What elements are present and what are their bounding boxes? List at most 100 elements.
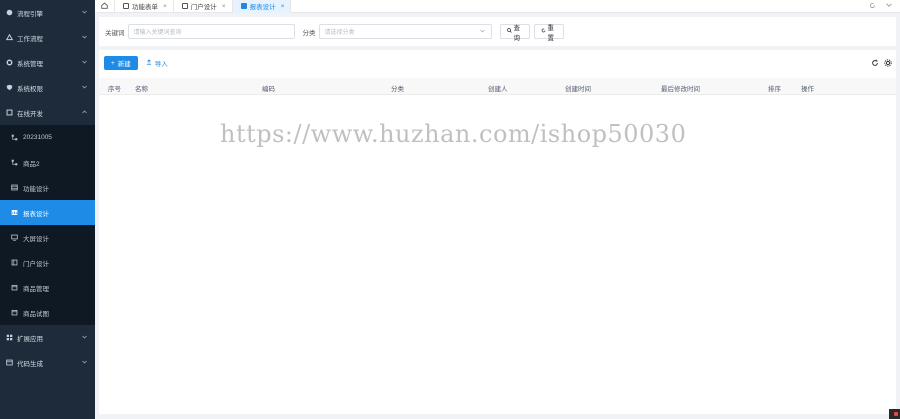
sidebar-item-code-gen[interactable]: 代码生成 [0, 350, 95, 375]
query-button[interactable]: 查 询 [499, 24, 530, 42]
sidebar-item-label: 扩展应用 [17, 335, 43, 343]
sidebar-item-label: 商品2 [23, 160, 40, 168]
import-button[interactable]: 导入 [146, 58, 168, 68]
table-tools [871, 59, 892, 69]
shield-icon [5, 84, 13, 92]
sidebar-item-label: 20231005 [23, 134, 52, 141]
box-icon [10, 309, 18, 317]
watermark: https://www.huzhan.com/ishop50030 [220, 120, 687, 148]
reset-label: 重 置 [547, 24, 555, 42]
form-icon [123, 3, 129, 9]
tab-label: 功能表单 [132, 4, 158, 11]
tab-function-form[interactable]: 功能表单 × [115, 0, 174, 13]
tab-label: 门户设计 [190, 4, 217, 11]
close-icon[interactable]: × [281, 3, 285, 10]
column-header: 最后修改时间 [661, 86, 700, 93]
sidebar-item-label: 系统权限 [17, 85, 43, 93]
tab-portal-design[interactable]: 门户设计 × [174, 0, 233, 13]
category-select[interactable]: 请选择分类 [318, 24, 492, 39]
sidebar-item-label: 大屏设计 [23, 235, 49, 243]
gear-icon [5, 59, 13, 67]
sidebar-item-goods-manage[interactable]: 商品管理 [0, 275, 95, 300]
search-panel: 关键词 请输入关键词查询 分类 请选择分类 查 询 重 置 [99, 17, 896, 46]
chevron-down-icon [479, 29, 485, 35]
refresh-icon[interactable] [871, 59, 879, 69]
sidebar-item-label: 工作流程 [17, 35, 43, 43]
sidebar-item-label: 流程引擎 [17, 10, 43, 18]
sidebar-item-online-dev[interactable]: 在线开发 [0, 100, 95, 125]
new-button[interactable]: + 新建 [104, 56, 138, 70]
column-header: 创建人 [488, 86, 508, 93]
sidebar-item-label: 在线开发 [17, 110, 43, 118]
sidebar-item-system-admin[interactable]: 系统管理 [0, 50, 95, 75]
tab-report-design[interactable]: 报表设计 × [232, 0, 292, 13]
sidebar-item-label: 功能设计 [23, 185, 49, 193]
home-icon [101, 1, 108, 11]
sidebar-item-flow-engine[interactable]: 流程引擎 [0, 0, 95, 25]
table-icon [10, 184, 18, 192]
sidebar-item-portal-design[interactable]: 门户设计 [0, 250, 95, 275]
sidebar-item-label: 商品管理 [23, 285, 49, 293]
code-icon [5, 359, 13, 367]
close-icon[interactable]: × [222, 3, 226, 10]
chevron-down-icon [81, 359, 87, 365]
column-header: 创建时间 [565, 86, 591, 93]
sidebar-item-workflow[interactable]: 工作流程 [0, 25, 95, 50]
sidebar-item-report-design[interactable]: 报表设计 [0, 200, 95, 225]
reset-button[interactable]: 重 置 [533, 24, 564, 42]
new-label: 新建 [117, 61, 131, 68]
tab-label: 报表设计 [249, 4, 276, 11]
query-label: 查 询 [513, 24, 521, 42]
sidebar-item-goods2[interactable]: 商品2 [0, 150, 95, 175]
tabbar-actions [869, 2, 892, 11]
column-header: 操作 [801, 86, 814, 93]
tree-icon [5, 34, 13, 42]
column-header: 排序 [768, 86, 781, 93]
close-icon[interactable]: × [163, 3, 167, 10]
sidebar-item-20231005[interactable]: 20231005 [0, 125, 95, 150]
online-dev-submenu: 20231005 商品2 功能设计 报表设计 大屏设计 门户设计 商品管理 商品… [0, 125, 95, 325]
chevron-up-icon [81, 109, 87, 115]
reset-icon [541, 28, 546, 35]
keyword-placeholder: 请输入关键词查询 [133, 30, 182, 36]
plus-icon: + [111, 59, 115, 67]
book-icon [5, 109, 13, 117]
sidebar-item-label: 门户设计 [23, 260, 49, 268]
table-header: 序号 名称 编码 分类 创建人 创建时间 最后修改时间 排序 操作 [99, 78, 896, 95]
tab-home[interactable] [95, 0, 115, 13]
sidebar-item-system-permission[interactable]: 系统权限 [0, 75, 95, 100]
chevron-down-icon [81, 59, 87, 65]
chart-icon [240, 3, 247, 9]
sidebar-item-function-design[interactable]: 功能设计 [0, 175, 95, 200]
chevron-down-icon [81, 9, 87, 15]
apps-icon [5, 334, 13, 342]
keyword-label: 关键词 [105, 29, 125, 37]
sidebar-item-label: 报表设计 [23, 210, 49, 218]
hierarchy-icon [10, 134, 18, 142]
portal-icon [181, 3, 188, 9]
search-icon [506, 28, 512, 35]
sidebar: 流程引擎 工作流程 系统管理 系统权限 在线开发 20231005 商品2 功能… [0, 0, 95, 419]
flow-icon [5, 9, 13, 17]
column-header: 编码 [262, 86, 275, 93]
sidebar-item-goods-view[interactable]: 商品试图 [0, 300, 95, 325]
import-label: 导入 [154, 61, 168, 68]
tab-bar: 功能表单 × 门户设计 × 报表设计 × [95, 0, 900, 13]
chevron-down-icon [81, 334, 87, 340]
sidebar-item-extensions[interactable]: 扩展应用 [0, 325, 95, 350]
column-header: 分类 [391, 86, 404, 93]
upload-icon [146, 59, 152, 67]
sidebar-item-label: 代码生成 [17, 360, 43, 368]
screen-icon [10, 234, 18, 242]
sidebar-item-bigscreen-design[interactable]: 大屏设计 [0, 225, 95, 250]
chevron-down-icon[interactable] [886, 2, 892, 11]
chevron-down-icon [81, 34, 87, 40]
keyword-input[interactable]: 请输入关键词查询 [127, 24, 295, 39]
chart-icon [10, 209, 18, 217]
sidebar-item-label: 系统管理 [17, 60, 43, 68]
hierarchy-icon [10, 159, 18, 167]
refresh-icon[interactable] [869, 2, 876, 11]
settings-icon[interactable] [884, 59, 892, 69]
toolbar: + 新建 导入 [104, 56, 168, 70]
corner-badge [889, 409, 900, 419]
